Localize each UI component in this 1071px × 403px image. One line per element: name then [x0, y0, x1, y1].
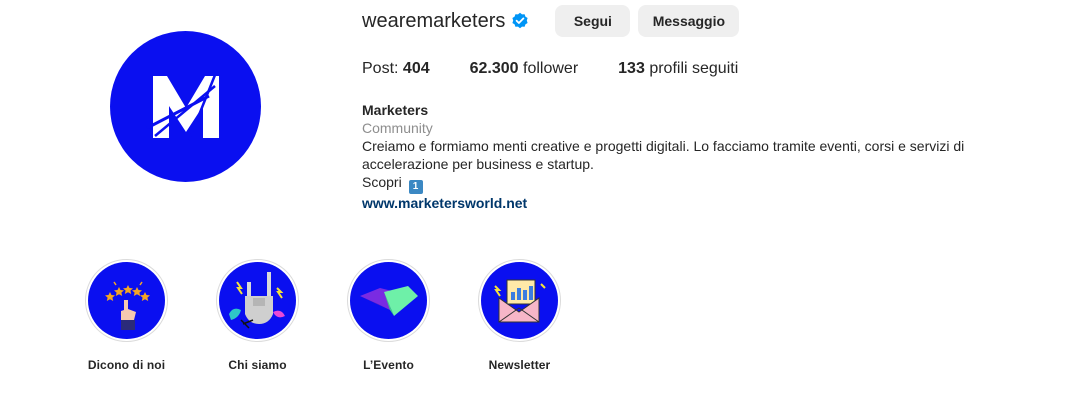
- username: wearemarketers: [362, 9, 506, 32]
- posts-label: Post:: [362, 60, 399, 77]
- stars-hand-icon: [88, 262, 165, 339]
- follow-button[interactable]: Segui: [555, 5, 631, 37]
- following-value: 133: [618, 60, 645, 77]
- highlight-label: Newsletter: [488, 358, 551, 372]
- highlight-label: Chi siamo: [228, 358, 287, 372]
- followers-value: 62.300: [469, 60, 519, 77]
- highlight-label: L’Evento: [363, 358, 414, 372]
- highlight-dicono-di-noi[interactable]: Dicono di noi: [85, 259, 168, 372]
- keycap-one-emoji-icon: 1: [408, 180, 423, 194]
- highlight-ring: [478, 259, 561, 342]
- message-button[interactable]: Messaggio: [638, 5, 740, 37]
- verified-badge-icon: [511, 12, 529, 30]
- story-highlights: Dicono di noi Chi siamo L’Evento Newslet…: [85, 259, 609, 372]
- profile-avatar[interactable]: [110, 31, 261, 182]
- highlight-l-evento[interactable]: L’Evento: [347, 259, 430, 372]
- followers-link[interactable]: 62.300 follower: [470, 60, 579, 78]
- profile-name: Marketers: [362, 102, 429, 118]
- diamond-logo-icon: [350, 262, 427, 339]
- followers-label: follower: [523, 60, 579, 77]
- marketers-logo-icon: [145, 69, 219, 140]
- bio-cta-text: Scopri: [362, 174, 402, 190]
- following-link[interactable]: 133 profili seguiti: [618, 60, 738, 78]
- highlight-ring: [85, 259, 168, 342]
- rock-hand-icon: [219, 262, 296, 339]
- envelope-icon: [481, 262, 558, 339]
- posts-value: 404: [402, 60, 430, 77]
- highlight-ring: [216, 259, 299, 342]
- highlight-ring: [347, 259, 430, 342]
- website-link[interactable]: www.marketersworld.net: [362, 194, 527, 212]
- profile-category: Community: [362, 120, 433, 136]
- highlight-newsletter[interactable]: Newsletter: [478, 259, 561, 372]
- highlight-label: Dicono di noi: [87, 358, 166, 372]
- bio-cta: Scopri 1: [362, 173, 982, 194]
- bio-description: Creiamo e formiamo menti creative e prog…: [362, 138, 965, 172]
- following-label: profili seguiti: [649, 60, 739, 77]
- posts-count: Post: 404: [362, 60, 430, 78]
- profile-bio: Marketers Community Creiamo e formiamo m…: [362, 101, 982, 212]
- profile-header: wearemarketers Segui Messaggio: [362, 5, 747, 37]
- profile-stats: Post: 404 62.300 follower 133 profili se…: [362, 60, 778, 78]
- highlight-chi-siamo[interactable]: Chi siamo: [216, 259, 299, 372]
